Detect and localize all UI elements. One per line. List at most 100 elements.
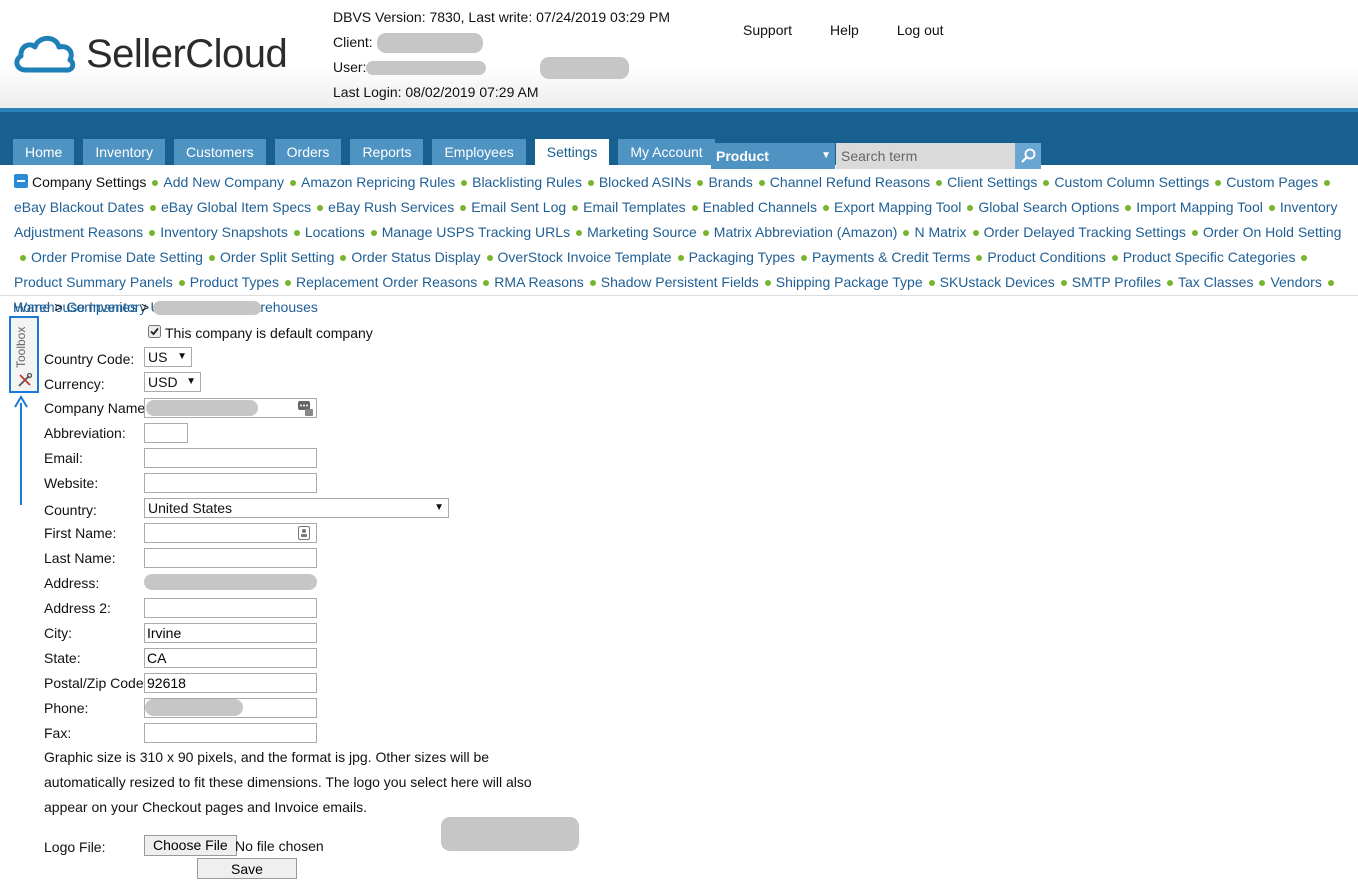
bullet-icon xyxy=(936,179,943,186)
last-name-label: Last Name: xyxy=(44,550,116,566)
bullet-icon xyxy=(677,254,684,261)
breadcrumb-home[interactable]: Home xyxy=(13,299,50,315)
tab-inventory[interactable]: Inventory xyxy=(83,139,165,165)
bullet-icon xyxy=(486,254,493,261)
settings-link-vendors[interactable]: Vendors xyxy=(1270,274,1321,290)
tab-employees[interactable]: Employees xyxy=(432,139,526,165)
tab-my-account[interactable]: My Account xyxy=(618,139,715,165)
settings-link-ebay-global-item-specs[interactable]: eBay Global Item Specs xyxy=(161,199,311,215)
settings-link-shadow-persistent-fields[interactable]: Shadow Persistent Fields xyxy=(601,274,759,290)
settings-link-product-summary-panels[interactable]: Product Summary Panels xyxy=(14,274,173,290)
settings-link-ebay-blackout-dates[interactable]: eBay Blackout Dates xyxy=(14,199,144,215)
settings-link-custom-pages[interactable]: Custom Pages xyxy=(1226,174,1318,190)
settings-link-tax-classes[interactable]: Tax Classes xyxy=(1178,274,1253,290)
sellercloud-logo[interactable]: SellerCloud xyxy=(12,30,312,80)
country-select[interactable]: United States ▼ xyxy=(144,498,449,518)
search-type-select[interactable]: Product ▼ xyxy=(711,143,835,169)
header: SellerCloud DBVS Version: 7830, Last wri… xyxy=(0,0,1358,108)
phone-field[interactable] xyxy=(144,698,317,718)
settings-link-order-split-setting[interactable]: Order Split Setting xyxy=(220,249,334,265)
search-input[interactable] xyxy=(836,143,1015,169)
breadcrumb-companies[interactable]: Companies xyxy=(66,299,137,315)
settings-link-overstock-invoice-template[interactable]: OverStock Invoice Template xyxy=(498,249,672,265)
settings-link-custom-column-settings[interactable]: Custom Column Settings xyxy=(1054,174,1209,190)
settings-link-replacement-order-reasons[interactable]: Replacement Order Reasons xyxy=(296,274,477,290)
redacted-user xyxy=(366,61,487,76)
settings-link-packaging-types[interactable]: Packaging Types xyxy=(689,249,795,265)
settings-link-matrix-abbreviation-amazon[interactable]: Matrix Abbreviation (Amazon) xyxy=(714,224,898,240)
settings-link-skustack-devices[interactable]: SKUstack Devices xyxy=(940,274,1055,290)
currency-select[interactable]: USD ▼ xyxy=(144,372,201,392)
zip-field[interactable] xyxy=(144,673,317,693)
address-field[interactable] xyxy=(144,573,317,593)
settings-link-inventory-snapshots[interactable]: Inventory Snapshots xyxy=(160,224,288,240)
toolbox-toggle[interactable]: Toolbox xyxy=(9,316,39,393)
settings-link-enabled-channels[interactable]: Enabled Channels xyxy=(703,199,817,215)
settings-link-marketing-source[interactable]: Marketing Source xyxy=(587,224,697,240)
settings-link-smtp-profiles[interactable]: SMTP Profiles xyxy=(1072,274,1161,290)
settings-link-add-new-company[interactable]: Add New Company xyxy=(163,174,284,190)
search-button[interactable] xyxy=(1015,143,1041,169)
settings-link-product-types[interactable]: Product Types xyxy=(190,274,279,290)
settings-link-shipping-package-type[interactable]: Shipping Package Type xyxy=(776,274,923,290)
fax-field[interactable] xyxy=(144,723,317,743)
settings-link-order-delayed-tracking-settings[interactable]: Order Delayed Tracking Settings xyxy=(984,224,1186,240)
bullet-icon xyxy=(1259,279,1266,286)
city-field[interactable] xyxy=(144,623,317,643)
support-link[interactable]: Support xyxy=(743,22,792,38)
settings-link-client-settings[interactable]: Client Settings xyxy=(947,174,1037,190)
choose-file-button[interactable]: Choose File xyxy=(144,835,237,856)
redacted-user-extra xyxy=(540,57,630,80)
settings-link-product-conditions[interactable]: Product Conditions xyxy=(987,249,1105,265)
email-field[interactable] xyxy=(144,448,317,468)
tab-settings[interactable]: Settings xyxy=(534,139,610,165)
phone-label: Phone: xyxy=(44,700,89,716)
settings-link-ebay-rush-services[interactable]: eBay Rush Services xyxy=(328,199,454,215)
settings-link-channel-refund-reasons[interactable]: Channel Refund Reasons xyxy=(770,174,930,190)
tab-orders[interactable]: Orders xyxy=(274,139,342,165)
settings-link-email-sent-log[interactable]: Email Sent Log xyxy=(471,199,566,215)
settings-link-brands[interactable]: Brands xyxy=(708,174,752,190)
tab-customers[interactable]: Customers xyxy=(173,139,266,165)
bullet-icon xyxy=(461,179,468,186)
contact-card-icon[interactable] xyxy=(298,526,310,540)
settings-link-export-mapping-tool[interactable]: Export Mapping Tool xyxy=(834,199,961,215)
collapse-icon[interactable] xyxy=(14,174,28,188)
company-name-field[interactable] xyxy=(144,398,317,418)
bullet-icon xyxy=(149,204,156,211)
address2-field[interactable] xyxy=(144,598,317,618)
country-code-select[interactable]: US ▼ xyxy=(144,347,192,367)
bullet-icon xyxy=(370,229,377,236)
bullet-icon xyxy=(1060,279,1067,286)
tab-reports[interactable]: Reports xyxy=(350,139,424,165)
settings-link-amazon-repricing-rules[interactable]: Amazon Repricing Rules xyxy=(301,174,455,190)
settings-link-import-mapping-tool[interactable]: Import Mapping Tool xyxy=(1136,199,1263,215)
settings-link-email-templates[interactable]: Email Templates xyxy=(583,199,685,215)
password-manager-icon[interactable] xyxy=(297,400,313,416)
redacted-logo-preview xyxy=(441,817,579,851)
website-field[interactable] xyxy=(144,473,317,493)
tab-home[interactable]: Home xyxy=(13,139,75,165)
settings-link-blocked-asins[interactable]: Blocked ASINs xyxy=(599,174,692,190)
settings-link-blacklisting-rules[interactable]: Blacklisting Rules xyxy=(472,174,582,190)
state-field[interactable] xyxy=(144,648,317,668)
help-link[interactable]: Help xyxy=(830,22,859,38)
save-button[interactable]: Save xyxy=(197,858,297,879)
settings-link-product-specific-categories[interactable]: Product Specific Categories xyxy=(1123,249,1296,265)
first-name-label: First Name: xyxy=(44,525,117,541)
logout-link[interactable]: Log out xyxy=(897,22,944,38)
settings-link-n-matrix[interactable]: N Matrix xyxy=(914,224,966,240)
settings-link-order-on-hold-setting[interactable]: Order On Hold Setting xyxy=(1203,224,1342,240)
settings-link-global-search-options[interactable]: Global Search Options xyxy=(978,199,1119,215)
settings-link-order-status-display[interactable]: Order Status Display xyxy=(351,249,480,265)
settings-link-payments-credit-terms[interactable]: Payments & Credit Terms xyxy=(812,249,970,265)
settings-link-manage-usps-tracking-urls[interactable]: Manage USPS Tracking URLs xyxy=(382,224,570,240)
last-name-field[interactable] xyxy=(144,548,317,568)
first-name-field[interactable] xyxy=(144,523,317,543)
settings-link-locations[interactable]: Locations xyxy=(305,224,365,240)
bullet-icon xyxy=(208,254,215,261)
default-company-checkbox[interactable] xyxy=(148,325,161,338)
settings-link-order-promise-date-setting[interactable]: Order Promise Date Setting xyxy=(31,249,203,265)
settings-link-rma-reasons[interactable]: RMA Reasons xyxy=(494,274,583,290)
abbreviation-field[interactable] xyxy=(144,423,188,443)
